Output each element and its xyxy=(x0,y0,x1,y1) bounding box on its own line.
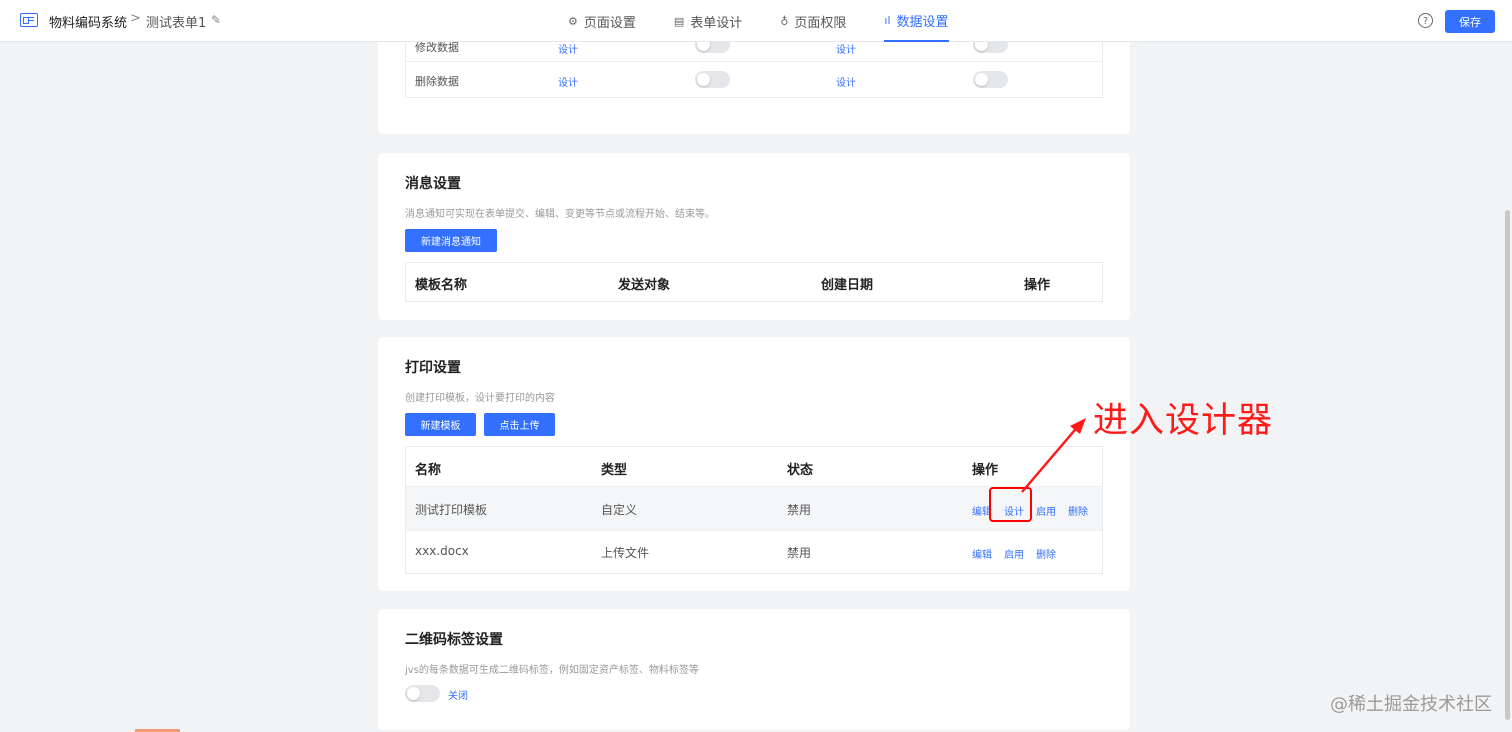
breadcrumb-separator: > xyxy=(130,11,141,26)
template-name: 测试打印模板 xyxy=(415,503,488,517)
column-header: 模板名称 xyxy=(415,278,468,293)
annotation-arrow-icon xyxy=(1021,418,1086,493)
column-header: 状态 xyxy=(787,463,814,478)
column-header: 操作 xyxy=(972,463,999,478)
help-icon[interactable]: ? xyxy=(1418,13,1433,28)
column-header: 名称 xyxy=(415,463,442,478)
table-header-row: 模板名称 发送对象 创建日期 操作 xyxy=(406,263,1102,301)
enable-link[interactable]: 启用 xyxy=(1036,503,1056,518)
tab-bar: ⚙ 页面设置 ▤ 表单设计 ♁ 页面权限 ıl 数据设置 xyxy=(568,0,987,42)
toggle-state-label: 关闭 xyxy=(448,691,468,702)
tab-label: 页面权限 xyxy=(794,15,847,31)
toggle-switch[interactable] xyxy=(973,71,1008,88)
watermark: @稀土掘金技术社区 xyxy=(1330,694,1492,715)
section-description: jvs的每条数据可生成二维码标签，例如固定资产标签、物料标签等 xyxy=(405,665,699,676)
section-description: 创建打印模板，设计要打印的内容 xyxy=(405,393,555,404)
column-header: 操作 xyxy=(1024,278,1051,293)
scrollbar-thumb[interactable] xyxy=(1505,210,1510,720)
design-link[interactable]: 设计 xyxy=(836,41,856,56)
new-message-notification-button[interactable]: 新建消息通知 xyxy=(405,229,497,252)
table-header-row: 名称 类型 状态 操作 xyxy=(406,447,1102,487)
new-template-button[interactable]: 新建模板 xyxy=(405,413,476,436)
tab-data-settings[interactable]: ıl 数据设置 xyxy=(884,0,949,42)
top-header: 物料编码系统 > 测试表单1 ✎ ⚙ 页面设置 ▤ 表单设计 ♁ 页面权限 ıl… xyxy=(0,0,1512,42)
column-header: 类型 xyxy=(601,463,628,478)
template-type: 上传文件 xyxy=(601,546,650,560)
tab-label: 数据设置 xyxy=(896,14,949,30)
section-title: 消息设置 xyxy=(405,176,461,192)
section-description: 消息通知可实现在表单提交、编辑、变更等节点或流程开始、结束等。 xyxy=(405,209,715,220)
table-row: 删除数据 设计 设计 xyxy=(406,62,1102,98)
chart-icon: ıl xyxy=(884,13,891,27)
app-name[interactable]: 物料编码系统 xyxy=(49,12,127,31)
edit-link[interactable]: 编辑 xyxy=(972,546,992,561)
save-button[interactable]: 保存 xyxy=(1445,10,1495,33)
tab-label: 表单设计 xyxy=(690,15,743,31)
qr-label-toggle[interactable] xyxy=(405,685,440,702)
delete-link[interactable]: 删除 xyxy=(1036,546,1056,561)
tab-label: 页面设置 xyxy=(583,15,636,31)
qr-label-settings-card: 二维码标签设置 jvs的每条数据可生成二维码标签，例如固定资产标签、物料标签等 … xyxy=(378,609,1130,730)
template-status: 禁用 xyxy=(787,546,812,560)
row-label: 删除数据 xyxy=(415,75,459,88)
upload-button[interactable]: 点击上传 xyxy=(484,413,555,436)
tab-page-permissions[interactable]: ♁ 页面权限 xyxy=(780,0,846,42)
section-title: 打印设置 xyxy=(405,360,461,376)
app-logo-icon xyxy=(20,13,38,27)
template-status: 禁用 xyxy=(787,503,812,517)
template-name: xxx.docx xyxy=(415,544,469,558)
annotation-text: 进入设计器 xyxy=(1093,401,1274,441)
gear-icon: ⚙ xyxy=(568,14,578,28)
design-link[interactable]: 设计 xyxy=(558,74,578,89)
toggle-switch[interactable] xyxy=(695,71,730,88)
table-row: xxx.docx 上传文件 禁用 编辑 启用 删除 xyxy=(406,531,1102,573)
form-icon: ▤ xyxy=(673,14,685,28)
tab-form-design[interactable]: ▤ 表单设计 xyxy=(674,0,742,42)
section-title: 二维码标签设置 xyxy=(405,632,503,648)
tab-page-settings[interactable]: ⚙ 页面设置 xyxy=(568,0,636,42)
column-header: 创建日期 xyxy=(821,278,874,293)
form-name: 测试表单1 xyxy=(146,16,207,31)
message-template-table: 模板名称 发送对象 创建日期 操作 xyxy=(405,262,1103,302)
edit-pencil-icon[interactable]: ✎ xyxy=(211,13,221,27)
enable-link[interactable]: 启用 xyxy=(1004,546,1024,561)
design-link[interactable]: 设计 xyxy=(836,74,856,89)
lock-icon: ♁ xyxy=(780,14,789,28)
template-type: 自定义 xyxy=(601,503,638,517)
column-header: 发送对象 xyxy=(618,278,671,293)
design-link[interactable]: 设计 xyxy=(558,41,578,56)
delete-link[interactable]: 删除 xyxy=(1068,503,1088,518)
message-settings-card: 消息设置 消息通知可实现在表单提交、编辑、变更等节点或流程开始、结束等。 新建消… xyxy=(378,153,1130,320)
